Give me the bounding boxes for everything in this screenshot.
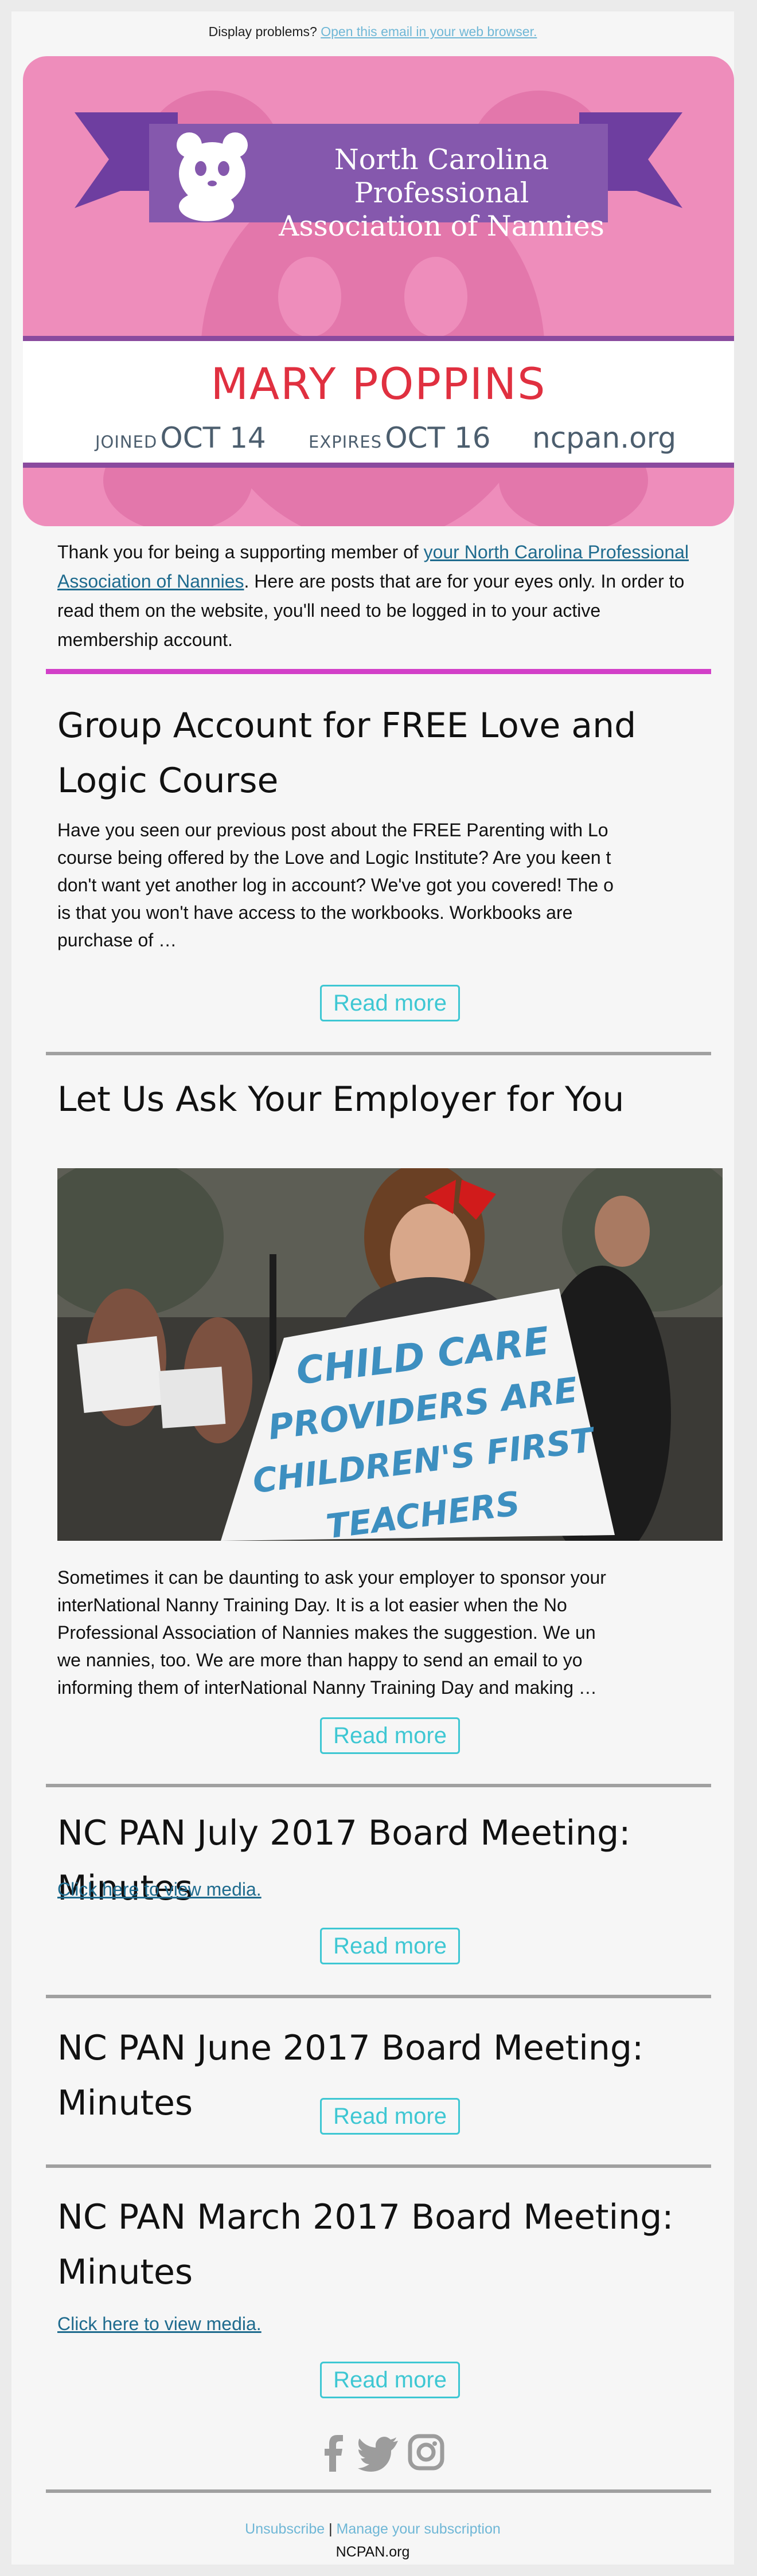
- post-title: NC PAN March 2017 Board Meeting: Minutes: [57, 2190, 711, 2300]
- view-media-link[interactable]: Click here to view media.: [57, 2313, 262, 2335]
- post-excerpt: Have you seen our previous post about th…: [57, 816, 631, 954]
- joined-date: JOINED OCT 14: [95, 421, 266, 455]
- membership-dates: JOINED OCT 14 EXPIRES OCT 16 ncpan.org: [23, 421, 734, 456]
- read-more-button[interactable]: Read more: [320, 985, 460, 1021]
- protest-photo-illustration: CHILD CARE PROVIDERS ARE CHILDREN'S FIRS…: [57, 1168, 723, 1541]
- post-title: Group Account for FREE Love and Logic Co…: [57, 706, 637, 801]
- joined-value: OCT 14: [160, 421, 266, 455]
- excerpt-line: we nannies, too. We are more than happy …: [57, 1650, 583, 1670]
- excerpt-line: purchase of …: [57, 930, 177, 950]
- post-excerpt: Sometimes it can be daunting to ask your…: [57, 1564, 631, 1701]
- facebook-icon[interactable]: [320, 2433, 354, 2473]
- read-more-button[interactable]: Read more: [320, 1928, 460, 1964]
- read-more-button[interactable]: Read more: [320, 1717, 460, 1754]
- display-problems-line: Display problems? Open this email in you…: [11, 24, 734, 40]
- open-in-browser-link[interactable]: Open this email in your web browser.: [321, 24, 537, 39]
- post-divider: [46, 2164, 711, 2168]
- expires-date: EXPIRES OCT 16: [309, 421, 491, 455]
- post-divider: [46, 1784, 711, 1787]
- unsubscribe-link[interactable]: Unsubscribe: [245, 2521, 325, 2537]
- intro-paragraph: Thank you for being a supporting member …: [57, 538, 705, 655]
- org-name-banner: North Carolina Professional Association …: [264, 143, 619, 243]
- post-title-line: NC PAN March 2017 Board Meeting:: [57, 2197, 674, 2237]
- section-divider: [46, 669, 711, 674]
- email-container: Display problems? Open this email in you…: [11, 11, 734, 2565]
- post-title: Let Us Ask Your Employer for You: [57, 1079, 625, 1119]
- display-problems-text: Display problems?: [208, 24, 317, 39]
- site-name: ncpan.org: [532, 421, 677, 455]
- excerpt-line: Sometimes it can be daunting to ask your…: [57, 1567, 606, 1588]
- view-media-link[interactable]: Click here to view media.: [57, 1879, 262, 1900]
- excerpt-line: don't want yet another log in account? W…: [57, 875, 614, 895]
- intro-text-start: Thank you for being a supporting member …: [57, 542, 424, 562]
- manage-subscription-link[interactable]: Manage your subscription: [337, 2521, 501, 2537]
- excerpt-line: Have you seen our previous post about th…: [57, 820, 608, 840]
- post-photo: CHILD CARE PROVIDERS ARE CHILDREN'S FIRS…: [57, 1168, 723, 1541]
- footer-divider: [46, 2489, 711, 2493]
- twitter-icon[interactable]: [358, 2433, 400, 2473]
- expires-value: OCT 16: [385, 421, 491, 455]
- post-title-line: Minutes: [57, 2252, 193, 2292]
- excerpt-line: interNational Nanny Training Day. It is …: [57, 1595, 567, 1615]
- membership-card: North Carolina Professional Association …: [23, 56, 734, 526]
- joined-label: JOINED: [95, 432, 158, 452]
- read-more-button[interactable]: Read more: [320, 2362, 460, 2398]
- footer-org-name: NCPAN.org: [335, 2544, 410, 2560]
- org-name-line1: North Carolina Professional: [334, 143, 549, 209]
- read-more-button[interactable]: Read more: [320, 2098, 460, 2135]
- footer-links: Unsubscribe | Manage your subscription: [11, 2521, 734, 2538]
- member-name: MARY POPPINS: [210, 358, 547, 409]
- excerpt-line: informing them of interNational Nanny Tr…: [57, 1677, 597, 1698]
- excerpt-line: Professional Association of Nannies make…: [57, 1622, 596, 1643]
- instagram-icon[interactable]: [407, 2433, 445, 2473]
- org-name-line2: Association of Nannies: [279, 210, 604, 242]
- member-info-band: MARY POPPINS JOINED OCT 14 EXPIRES OCT 1…: [23, 336, 734, 468]
- expires-label: EXPIRES: [309, 432, 383, 452]
- excerpt-line: is that you won't have access to the wor…: [57, 902, 573, 923]
- excerpt-line: course being offered by the Love and Log…: [57, 847, 611, 868]
- footer-separator: |: [329, 2521, 333, 2537]
- post-divider: [46, 1052, 711, 1055]
- post-divider: [46, 1995, 711, 1998]
